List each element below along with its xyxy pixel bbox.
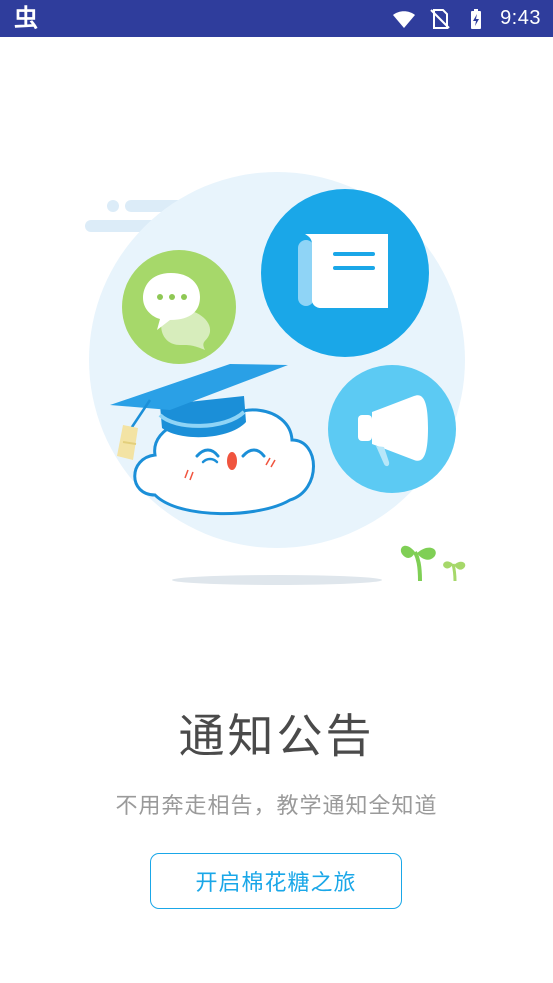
page-subtitle: 不用奔走相告，教学通知全知道 (115, 794, 438, 819)
wifi-icon (393, 10, 416, 28)
status-bar: 虫 9:43 (0, 0, 553, 37)
chat-bubbles-icon (122, 250, 236, 364)
notice-illustration (85, 172, 466, 585)
document-icon (261, 189, 429, 357)
status-icons: 9:43 (392, 0, 541, 37)
start-journey-button[interactable]: 开启棉花糖之旅 (150, 853, 402, 909)
app-notification-icon: 虫 (14, 4, 38, 32)
ground-shadow (172, 575, 382, 585)
megaphone-icon (328, 365, 456, 493)
page-title: 通知公告 (178, 709, 375, 763)
battery-charging-icon (471, 8, 482, 29)
status-time: 9:43 (500, 7, 541, 29)
no-sim-icon (430, 8, 450, 29)
sprout-icon (400, 545, 466, 582)
